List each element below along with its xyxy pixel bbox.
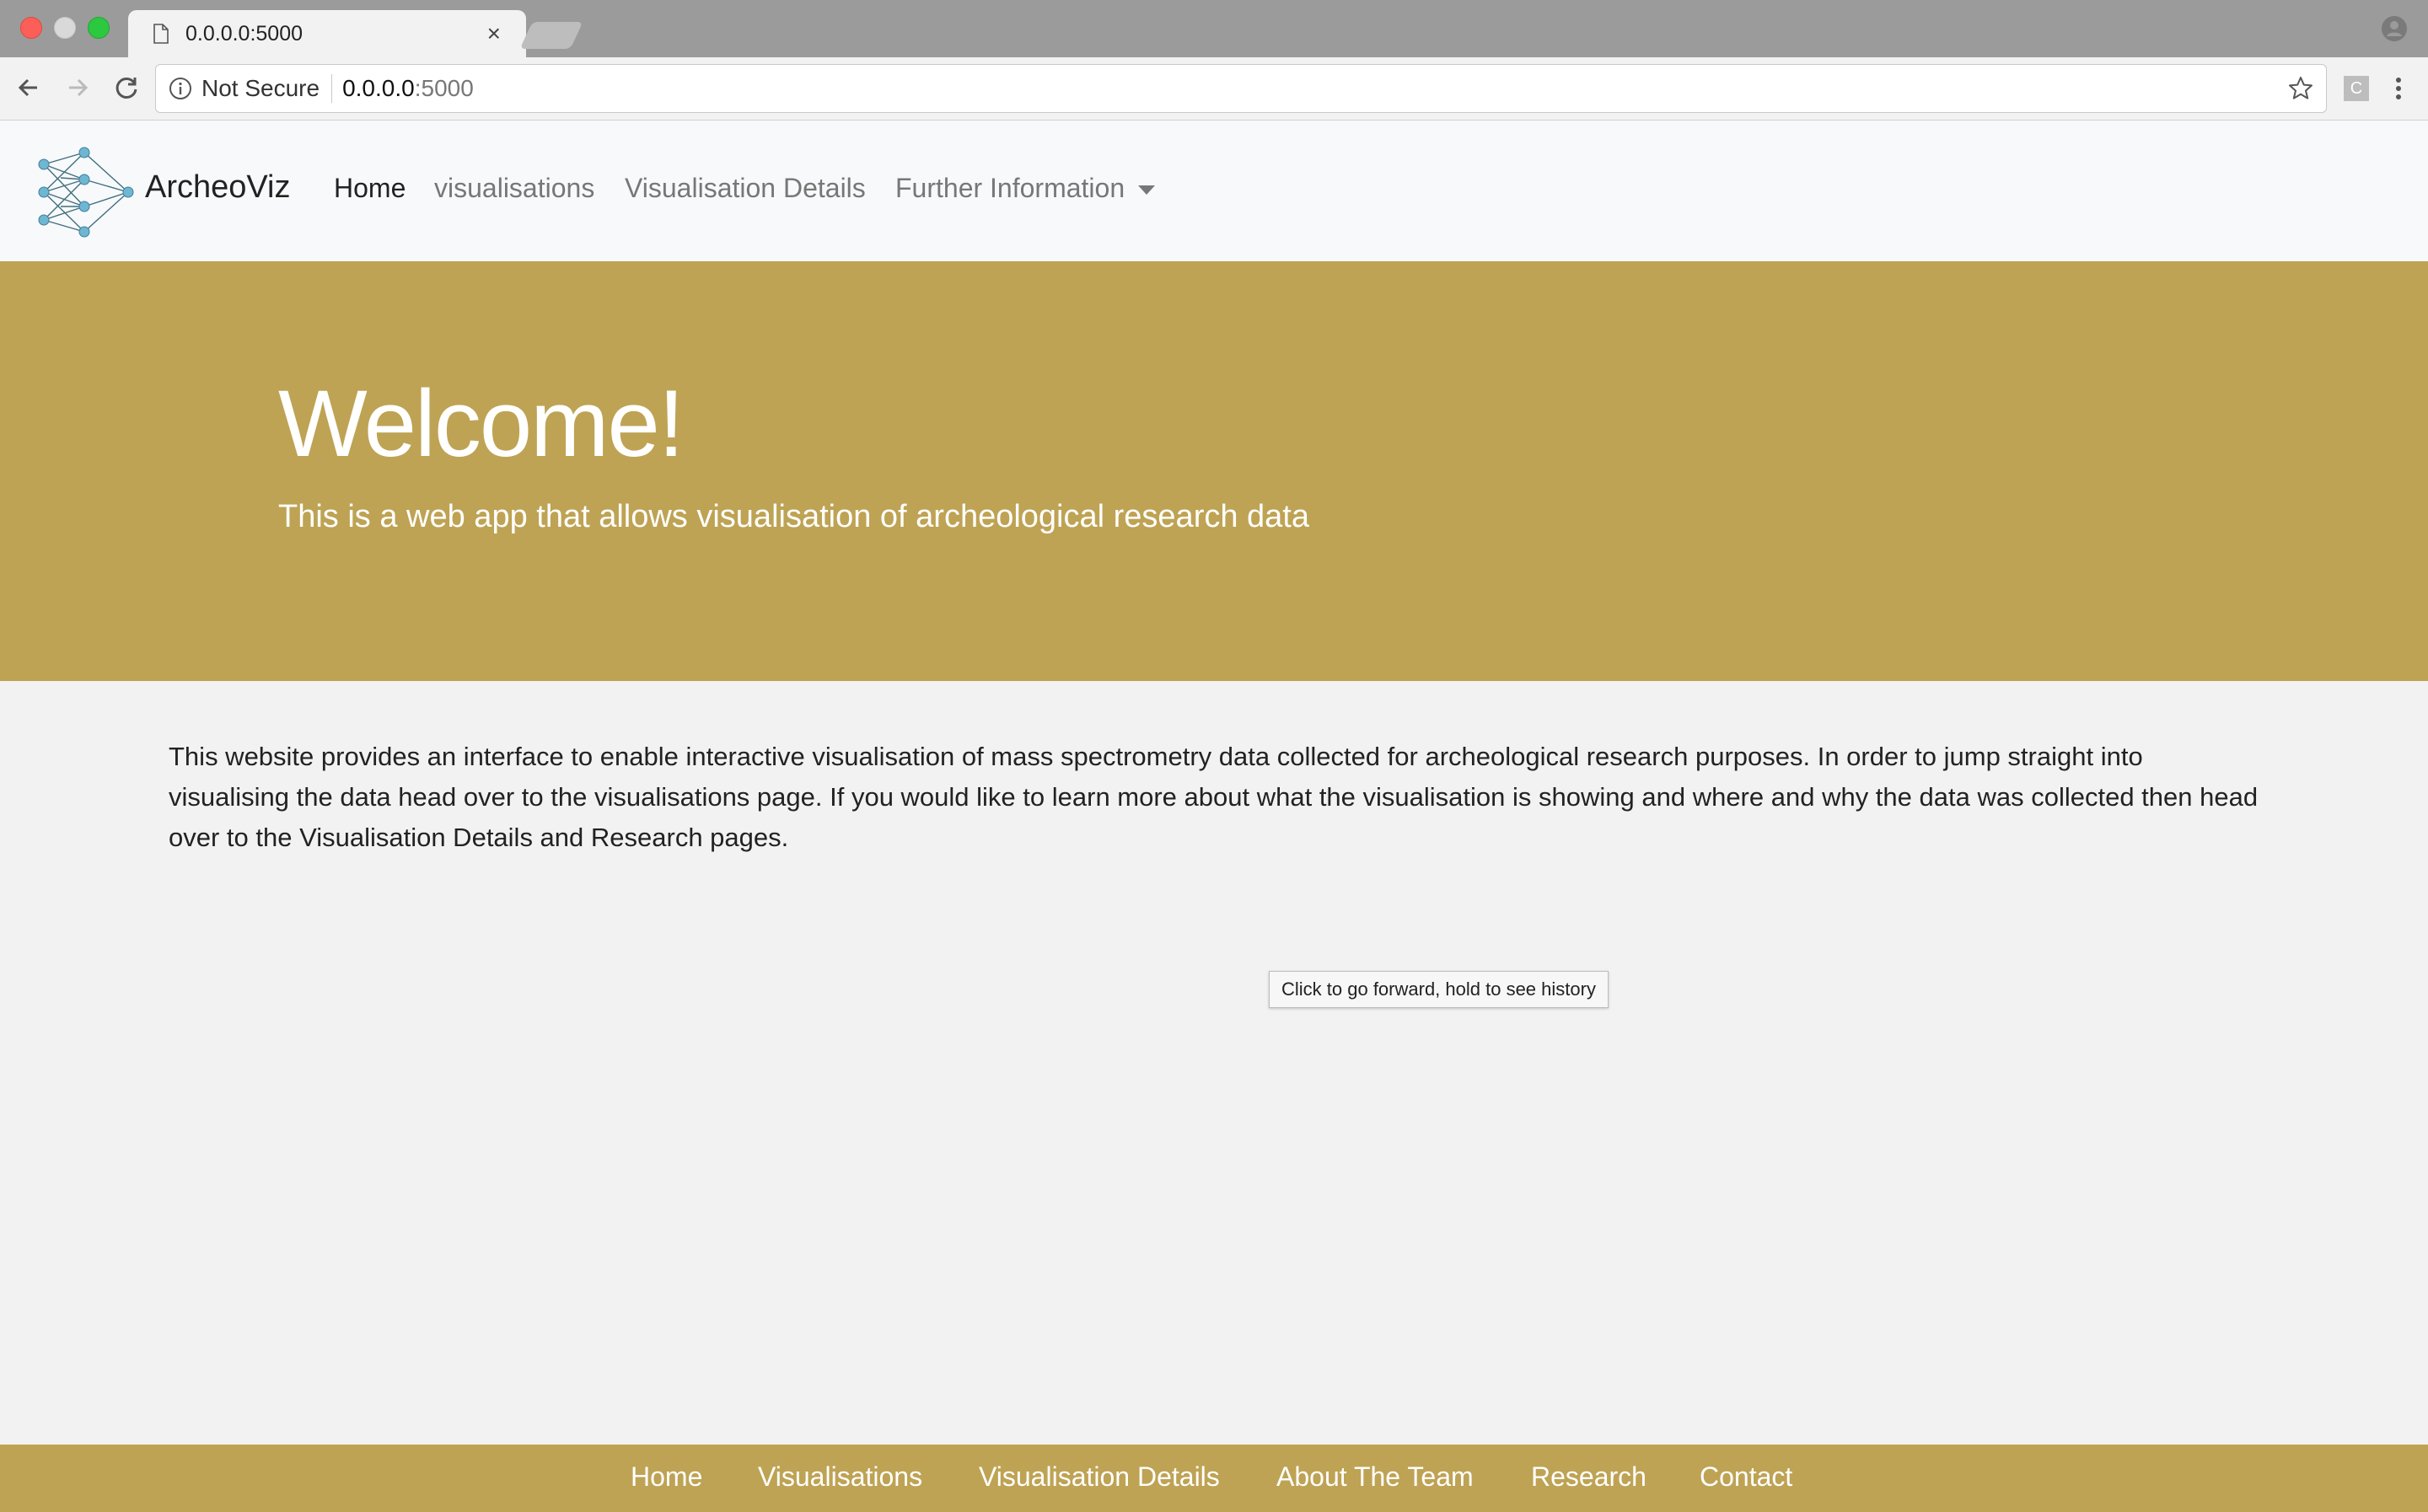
arrow-right-icon — [69, 78, 89, 97]
hero-subtitle: This is a web app that allows visualisat… — [278, 499, 1309, 534]
address-bar[interactable]: Not Secure 0.0.0.0 :5000 — [155, 64, 2327, 113]
tab-close-icon[interactable]: × — [487, 22, 501, 46]
hero-title: Welcome! — [278, 371, 685, 476]
nav-visualisations-link[interactable]: visualisations — [434, 173, 594, 204]
footer-contact-link[interactable]: Contact — [1700, 1461, 1792, 1493]
more-menu-icon[interactable] — [2386, 74, 2411, 103]
brand-name[interactable]: ArcheoViz — [145, 169, 291, 206]
site-footer: Home Visualisations Visualisation Detail… — [0, 1445, 2428, 1512]
url-host: 0.0.0.0 — [342, 75, 415, 101]
url-port: :5000 — [414, 75, 474, 101]
caret-down-icon — [1138, 185, 1156, 196]
intro-paragraph: This website provides an interface to en… — [169, 742, 2259, 852]
info-icon[interactable] — [168, 76, 193, 101]
browser-tab-active[interactable]: 0.0.0.0:5000 × — [128, 10, 526, 57]
footer-home-link[interactable]: Home — [631, 1461, 702, 1493]
extension-icon[interactable]: C — [2344, 76, 2369, 101]
footer-visualisation-details-link[interactable]: Visualisation Details — [979, 1461, 1220, 1493]
tab-title: 0.0.0.0:5000 — [185, 21, 304, 46]
neural-network-logo-icon[interactable] — [37, 146, 135, 239]
security-label[interactable]: Not Secure — [201, 75, 320, 102]
zoom-window-button[interactable] — [88, 17, 110, 39]
nav-home-link[interactable]: Home — [334, 173, 406, 204]
bookmark-star-icon[interactable] — [2287, 75, 2314, 102]
footer-research-link[interactable]: Research — [1531, 1461, 1646, 1493]
profile-icon[interactable] — [2381, 15, 2408, 42]
arrow-left-icon — [18, 78, 37, 97]
reload-button[interactable] — [110, 71, 143, 105]
nav-further-information-dropdown[interactable]: Further Information — [895, 173, 1156, 204]
site-navbar: ArcheoViz Home visualisations Visualisat… — [0, 121, 2428, 261]
browser-tab-bar: 0.0.0.0:5000 × — [0, 0, 2428, 57]
back-button[interactable] — [12, 71, 46, 105]
footer-about-team-link[interactable]: About The Team — [1276, 1461, 1474, 1493]
forward-button-tooltip: Click to go forward, hold to see history — [1269, 971, 1609, 1008]
address-divider — [331, 74, 333, 103]
further-information-label: Further Information — [895, 173, 1125, 203]
minimize-window-button[interactable] — [54, 17, 76, 39]
new-tab-button[interactable] — [519, 22, 583, 49]
browser-toolbar: Not Secure 0.0.0.0 :5000 C — [0, 57, 2428, 121]
reload-icon — [115, 77, 137, 99]
forward-button[interactable] — [61, 71, 94, 105]
nav-visualisation-details-link[interactable]: Visualisation Details — [625, 173, 866, 204]
document-icon — [153, 24, 169, 44]
close-window-button[interactable] — [20, 17, 42, 39]
hero-jumbotron: Welcome! This is a web app that allows v… — [0, 261, 2428, 681]
footer-visualisations-link[interactable]: Visualisations — [758, 1461, 922, 1493]
